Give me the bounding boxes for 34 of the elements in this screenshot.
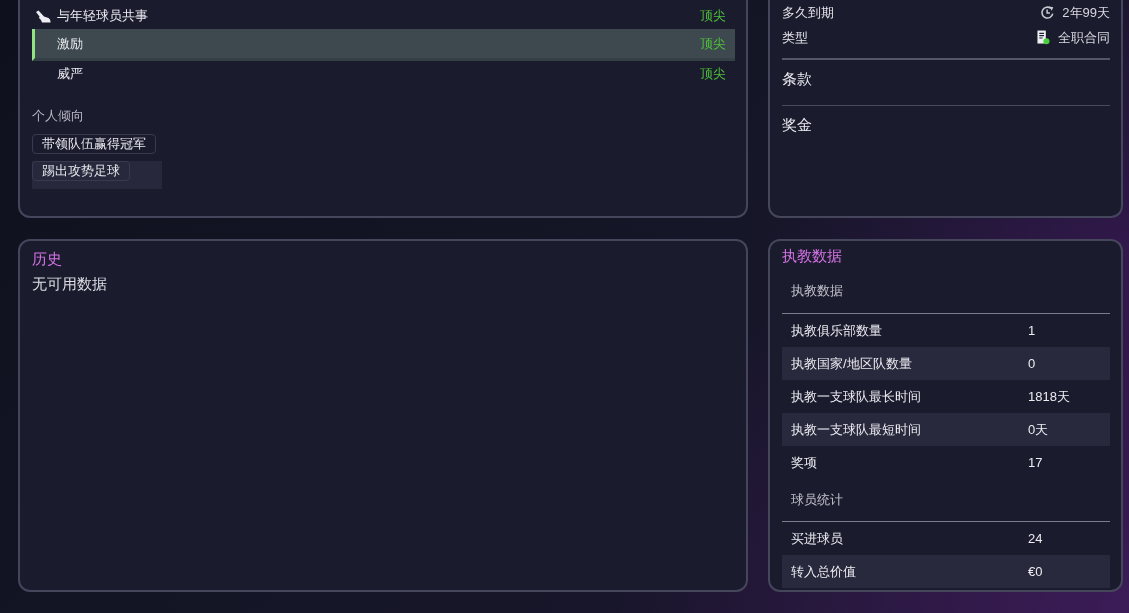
tendency-tag[interactable]: 带领队伍赢得冠军	[32, 134, 156, 154]
detail-label: 多久到期	[782, 3, 834, 22]
detail-label: 类型	[782, 28, 808, 47]
stat-label: 买进球员	[790, 529, 844, 548]
panel-title: 历史	[32, 249, 63, 269]
attribute-row[interactable]: 与年轻球员共事 顶尖	[32, 3, 735, 29]
stat-label: 执教一支球队最长时间	[790, 387, 922, 406]
boot-icon	[35, 9, 51, 23]
stat-label: 奖项	[790, 453, 818, 472]
section-heading: 条款	[782, 70, 812, 87]
section-heading: 奖金	[782, 116, 812, 133]
section-heading: 个人倾向	[32, 107, 85, 125]
clock-icon	[1040, 5, 1056, 20]
stat-value: 24	[1028, 531, 1044, 546]
stat-value: 1	[1028, 323, 1037, 338]
tendency-tag[interactable]: 踢出攻势足球	[32, 161, 130, 181]
empty-message: 无可用数据	[32, 274, 108, 294]
section-heading: 执教数据	[791, 281, 843, 300]
stat-label: 执教一支球队最短时间	[790, 420, 922, 439]
stat-value: 0天	[1028, 420, 1050, 439]
attribute-row[interactable]: 激励 顶尖	[32, 29, 735, 61]
stat-value: €0	[1028, 564, 1044, 579]
document-icon	[1037, 30, 1050, 45]
panel-title: 执教数据	[782, 246, 843, 266]
stat-value: 17	[1028, 455, 1044, 470]
stat-label: 执教俱乐部数量	[790, 321, 883, 340]
attribute-row[interactable]: 威严 顶尖	[32, 61, 735, 87]
detail-value: 全职合同	[1058, 28, 1110, 47]
detail-value: 2年99天	[1062, 3, 1110, 22]
stat-label: 执教国家/地区队数量	[790, 354, 913, 373]
stat-value: 0	[1028, 356, 1037, 371]
stat-value: 1818天	[1028, 387, 1071, 406]
section-heading: 球员统计	[791, 491, 843, 509]
stat-label: 转入总价值	[790, 562, 857, 581]
